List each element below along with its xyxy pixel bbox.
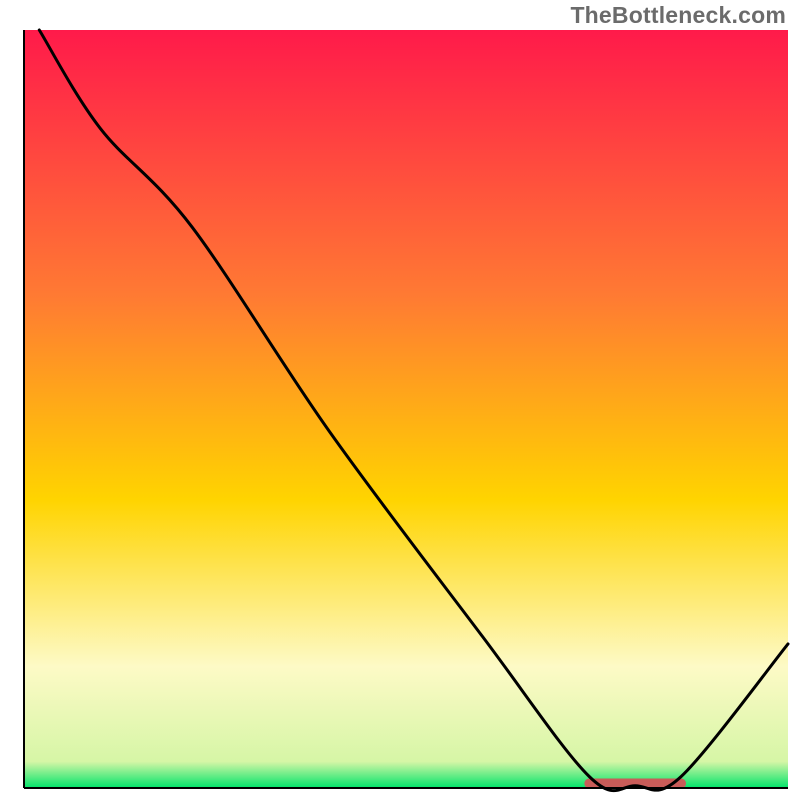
- chart-container: TheBottleneck.com: [0, 0, 800, 800]
- gradient-background: [24, 30, 788, 788]
- plot-area: [24, 30, 788, 791]
- line-chart: [0, 0, 800, 800]
- watermark-text: TheBottleneck.com: [570, 2, 786, 29]
